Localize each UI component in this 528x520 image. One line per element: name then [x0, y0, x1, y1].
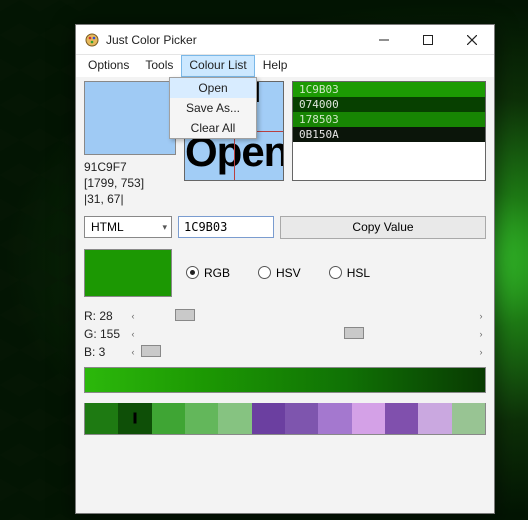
history-row[interactable]: 0B150A	[293, 127, 485, 142]
palette-colour[interactable]	[118, 403, 151, 434]
radio-dot-icon	[186, 266, 199, 279]
chevron-down-icon: ▾	[162, 222, 167, 233]
arrow-right-icon[interactable]: ›	[476, 347, 486, 357]
menu-colour-list[interactable]: Colour List	[181, 55, 254, 77]
palette-colour[interactable]	[152, 403, 185, 434]
model-row: RGB HSV HSL	[84, 249, 486, 297]
maximize-button[interactable]	[406, 25, 450, 55]
palette-colour[interactable]	[285, 403, 318, 434]
palette-colour[interactable]	[452, 403, 485, 434]
window-title: Just Color Picker	[106, 33, 362, 47]
copy-value-button[interactable]: Copy Value	[280, 216, 486, 239]
picked-hex: 91C9F7	[84, 159, 176, 175]
slider-r-thumb[interactable]	[175, 309, 195, 321]
colour-model-radios: RGB HSV HSL	[186, 266, 370, 280]
palette-colour[interactable]	[252, 403, 285, 434]
radio-circle-icon	[258, 266, 271, 279]
radio-hsv[interactable]: HSV	[258, 266, 301, 280]
palette-colour[interactable]	[418, 403, 451, 434]
minimize-button[interactable]	[362, 25, 406, 55]
slider-b-row: B: 3 ‹ ›	[84, 343, 486, 361]
menu-options[interactable]: Options	[80, 55, 137, 77]
history-row[interactable]: 074000	[293, 97, 485, 112]
history-row[interactable]: 1C9B03	[293, 82, 485, 97]
slider-b-thumb[interactable]	[141, 345, 161, 357]
arrow-right-icon[interactable]: ›	[476, 311, 486, 321]
colour-code-value: 1C9B03	[184, 220, 227, 234]
radio-circle-icon	[329, 266, 342, 279]
palette-colour[interactable]	[352, 403, 385, 434]
close-button[interactable]	[450, 25, 494, 55]
format-select[interactable]: HTML ▾	[84, 216, 172, 238]
dropdown-save-as[interactable]: Save As...	[170, 98, 256, 118]
slider-g-track[interactable]: ‹ ›	[128, 327, 486, 341]
format-row: HTML ▾ 1C9B03 Copy Value	[84, 216, 486, 239]
arrow-left-icon[interactable]: ‹	[128, 347, 138, 357]
menu-help[interactable]: Help	[255, 55, 296, 77]
top-row: 91C9F7 [1799, 753] |31, 67| »l Open 1C9B…	[84, 81, 486, 208]
picked-offset: |31, 67|	[84, 191, 176, 207]
radio-hsl[interactable]: HSL	[329, 266, 370, 280]
close-icon	[467, 35, 477, 45]
colour-history-list[interactable]: 1C9B030740001785030B150A	[292, 81, 486, 181]
slider-r-row: R: 28 ‹ ›	[84, 307, 486, 325]
window-controls	[362, 25, 494, 55]
arrow-left-icon[interactable]: ‹	[128, 329, 138, 339]
slider-g-thumb[interactable]	[344, 327, 364, 339]
slider-b-label: B: 3	[84, 345, 128, 359]
slider-r-label: R: 28	[84, 309, 128, 323]
picked-coords: [1799, 753]	[84, 175, 176, 191]
minimize-icon	[379, 35, 389, 45]
app-window: Just Color Picker Options Tools Colour L…	[75, 24, 495, 514]
colour-code-input[interactable]: 1C9B03	[178, 216, 274, 238]
content-area: 91C9F7 [1799, 753] |31, 67| »l Open 1C9B…	[76, 77, 494, 443]
history-row[interactable]: 178503	[293, 112, 485, 127]
arrow-left-icon[interactable]: ‹	[128, 311, 138, 321]
picked-swatch	[84, 81, 176, 155]
component-sliders: R: 28 ‹ › G: 155 ‹ › B: 3 ‹	[84, 307, 486, 361]
menubar: Options Tools Colour List Help Open Save…	[76, 55, 494, 77]
slider-g-row: G: 155 ‹ ›	[84, 325, 486, 343]
palette-row	[84, 403, 486, 435]
maximize-icon	[423, 35, 433, 45]
palette-colour[interactable]	[385, 403, 418, 434]
arrow-right-icon[interactable]: ›	[476, 329, 486, 339]
menu-tools[interactable]: Tools	[137, 55, 181, 77]
palette-colour[interactable]	[85, 403, 118, 434]
current-colour-swatch	[84, 249, 172, 297]
slider-g-label: G: 155	[84, 327, 128, 341]
app-icon	[84, 32, 100, 48]
palette-colour[interactable]	[185, 403, 218, 434]
shade-gradient[interactable]	[84, 367, 486, 393]
palette-colour[interactable]	[218, 403, 251, 434]
titlebar: Just Color Picker	[76, 25, 494, 55]
palette-marker-icon	[133, 413, 136, 424]
slider-r-track[interactable]: ‹ ›	[128, 309, 486, 323]
colour-list-dropdown: Open Save As... Clear All	[169, 77, 257, 139]
format-select-value: HTML	[91, 220, 124, 234]
dropdown-clear-all[interactable]: Clear All	[170, 118, 256, 138]
radio-rgb[interactable]: RGB	[186, 266, 230, 280]
dropdown-open[interactable]: Open	[170, 78, 256, 98]
slider-b-track[interactable]: ‹ ›	[128, 345, 486, 359]
picked-info: 91C9F7 [1799, 753] |31, 67|	[84, 81, 176, 208]
palette-colour[interactable]	[318, 403, 351, 434]
